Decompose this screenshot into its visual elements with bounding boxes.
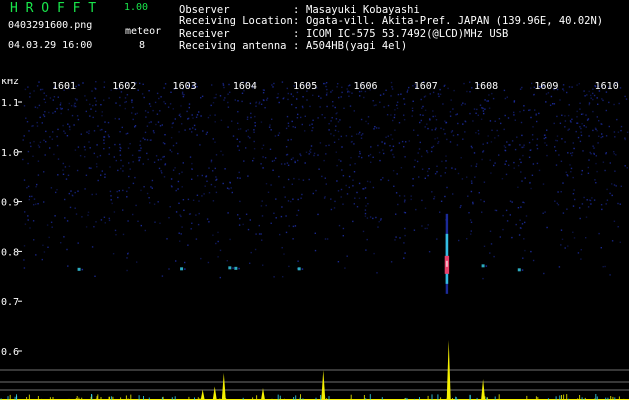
- location-label: Receiving Location: [179, 15, 293, 27]
- observer-value: Masayuki Kobayashi: [306, 4, 420, 16]
- receiver-value: ICOM IC-575 53.7492(@LCD)MHz USB: [306, 28, 509, 40]
- y-tick-label: 0.6: [1, 347, 19, 358]
- x-tick-label: 1605: [293, 81, 317, 92]
- app-brand: H R O F F T: [10, 1, 97, 16]
- x-tick-label: 1610: [595, 81, 619, 92]
- antenna-label: Receiving antenna: [179, 40, 287, 52]
- location-sep: :: [293, 15, 300, 27]
- antenna-sep: :: [293, 40, 300, 52]
- meteor-label: meteor: [125, 26, 162, 37]
- capture-datetime: 04.03.29 16:00: [8, 40, 93, 51]
- x-tick-label: 1603: [173, 81, 197, 92]
- y-tick-label: 1.0: [1, 148, 19, 159]
- y-tick-label: 0.8: [1, 247, 19, 258]
- x-tick-label: 1609: [534, 81, 558, 92]
- location-value: Ogata-vill. Akita-Pref. JAPAN (139.96E, …: [306, 15, 604, 27]
- x-tick-label: 1601: [52, 81, 76, 92]
- y-tick-label: 1.1: [1, 98, 19, 109]
- spectrogram: 1601 1602 1603 1604 1605 1606 1607 1608 1609 1610…: [0, 79, 629, 400]
- x-tick-label: 1607: [414, 81, 438, 92]
- antenna-value: A504HB(yagi 4el): [306, 40, 408, 52]
- observer-sep: :: [293, 4, 300, 16]
- image-filename: 0403291600.png: [8, 20, 93, 31]
- y-tick-label: 0.9: [1, 198, 19, 209]
- y-tick-label: 0.7: [1, 297, 19, 308]
- spectrogram-svg: 1601 1602 1603 1604 1605 1606 1607 1608 1609 1610…: [0, 79, 629, 400]
- receiver-sep: :: [293, 28, 300, 40]
- meteor-count: 8: [139, 40, 146, 51]
- observer-label: Observer: [179, 4, 230, 16]
- app-version: 1.00: [124, 2, 149, 13]
- x-tick-label: 1608: [474, 81, 498, 92]
- hroft-window: H R O F F T 1.00 0403291600.png meteor 0…: [0, 0, 629, 400]
- x-tick-label: 1602: [112, 81, 136, 92]
- receiver-label: Receiver: [179, 28, 230, 40]
- x-tick-label: 1606: [353, 81, 377, 92]
- x-tick-label: 1604: [233, 81, 257, 92]
- y-unit-label: kHz: [1, 79, 19, 87]
